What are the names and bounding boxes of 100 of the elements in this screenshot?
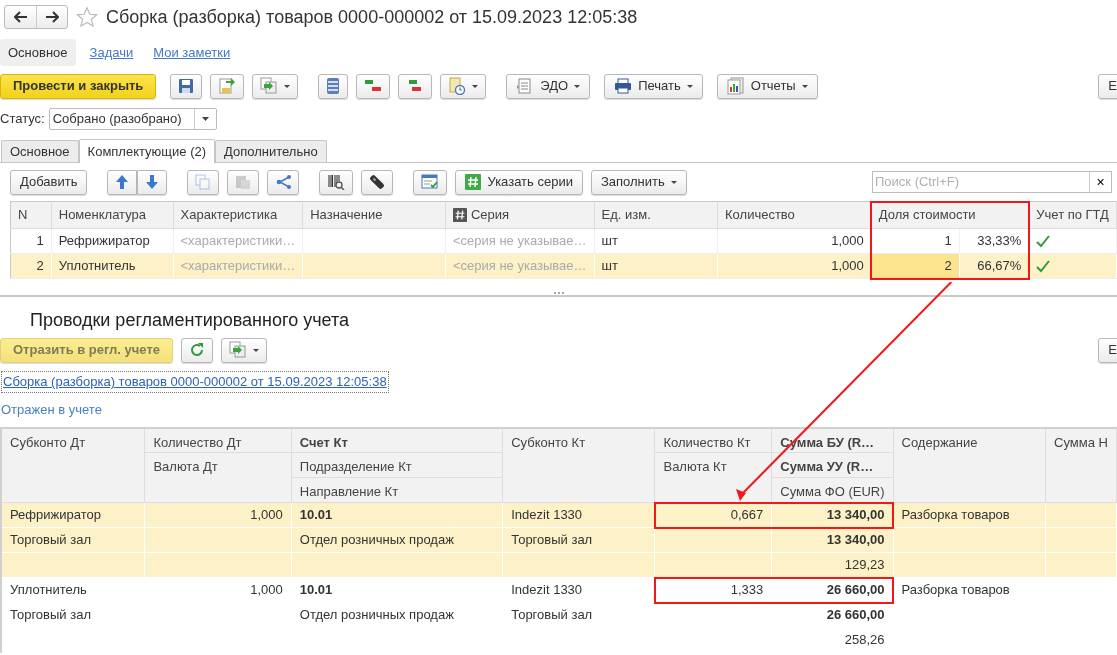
toolbar-button[interactable]: Заполнить xyxy=(590,169,687,195)
toolbar-button[interactable]: Печать xyxy=(604,73,703,99)
table-cell: 1,000 xyxy=(144,502,292,528)
column-header: Сумма УУ (R… xyxy=(771,452,893,478)
favorite-star-icon[interactable] xyxy=(76,6,98,28)
document-arrow-icon xyxy=(218,77,237,95)
column-header: Содержание xyxy=(893,427,1046,503)
hash-icon xyxy=(465,174,482,190)
table-cell: Рефрижиратор xyxy=(1,502,145,528)
form-tab[interactable]: Комплектующие (2) xyxy=(78,139,216,163)
document-link[interactable]: Сборка (разборка) товаров 0000-000002 от 15.09.2023 12:05:38 xyxy=(1,371,389,393)
search-field[interactable]: Поиск (Ctrl+F) × xyxy=(872,171,1112,193)
toolbar-button[interactable]: ЭДО xyxy=(506,73,591,99)
table-cell-text: Торговый зал xyxy=(510,606,594,625)
column-header: Сумма ФО (EUR) xyxy=(771,477,893,503)
more-button[interactable]: Е xyxy=(1098,337,1117,363)
column-header: Характеристика xyxy=(173,201,303,229)
form-tab[interactable]: Основное xyxy=(1,140,79,162)
table-cell: 10.01 xyxy=(291,577,503,603)
column-header: Доля стоимости xyxy=(871,201,1029,229)
toolbar-button[interactable]: Добавить xyxy=(10,169,88,195)
toolbar-button[interactable]: Указать серии xyxy=(455,169,583,195)
table-cell: 13 340,00 xyxy=(771,527,893,553)
column-header: Количество Дт xyxy=(144,427,292,453)
table-row[interactable]: 2 Уплотнитель <характеристики… <серия не указывае… шт 1,000 2 66,67% xyxy=(10,253,1117,279)
check-icon xyxy=(1036,234,1051,249)
up-arrow-icon xyxy=(115,174,130,190)
branch-icon xyxy=(275,174,292,190)
dropdown-caret-icon xyxy=(201,117,209,121)
table-cell: <характеристики… xyxy=(173,228,303,254)
column-header: Счет Кт xyxy=(291,427,503,453)
documents-arrow-icon xyxy=(260,77,279,95)
check-icon xyxy=(1036,259,1051,274)
report-chart-icon xyxy=(726,77,745,95)
table-cell: 26 660,00 xyxy=(771,577,893,603)
table-cell: 2 xyxy=(871,253,960,279)
barcode-magnifier-icon xyxy=(327,174,346,190)
table-cell: Уплотнитель xyxy=(1,577,145,603)
caret-icon xyxy=(686,84,693,88)
table-cell: 13 340,00 xyxy=(771,502,893,528)
form-tab[interactable]: Дополнительно xyxy=(215,140,327,162)
toolbar-button[interactable] xyxy=(170,73,203,99)
table-cell: <характеристики… xyxy=(173,253,303,279)
toolbar-button[interactable] xyxy=(361,169,394,195)
table-cell: 33,33% xyxy=(959,228,1029,254)
section-title: Проводки регламентированного учета xyxy=(29,309,350,332)
table-cell-text: Отдел розничных продаж xyxy=(298,606,455,625)
window-title: Сборка (разборка) товаров 0000-000002 от 15.09.2023 12:05:38 xyxy=(106,5,638,29)
documents-arrow-icon xyxy=(229,341,247,359)
status-link[interactable]: Отражен в учете xyxy=(0,392,1117,427)
table-cell: Indezit 1330 xyxy=(502,502,655,528)
column-header: Учет по ГТД xyxy=(1028,201,1117,229)
caret-icon xyxy=(801,84,808,88)
table-cell: 1,000 xyxy=(144,577,292,603)
column-header: Субконто Кт xyxy=(502,427,655,503)
table-cell: Отдел розничных продаж xyxy=(291,527,503,553)
print-icon xyxy=(614,78,633,94)
table-cell: шт xyxy=(594,253,718,279)
refresh-icon xyxy=(189,342,205,358)
table-row[interactable]: 1 Рефрижиратор <характеристики… <серия не указывае… шт 1,000 1 33,33% xyxy=(10,228,1117,254)
column-header: Сумма Н xyxy=(1045,427,1117,503)
toolbar-button[interactable]: Отчеты xyxy=(716,73,818,99)
status-label: Статус: xyxy=(0,110,45,129)
save-icon xyxy=(178,78,195,94)
caret-icon xyxy=(472,84,479,88)
document-clock-icon xyxy=(448,77,467,95)
status-field[interactable]: Собрано (разобрано) xyxy=(48,108,217,130)
table-cell: <серия не указывае… xyxy=(445,228,595,254)
column-header: Номенклатура xyxy=(51,201,174,229)
column-header: Валюта Кт xyxy=(654,452,772,503)
list-icon xyxy=(326,77,341,95)
table-cell: 1,000 xyxy=(717,228,872,254)
back-arrow-icon xyxy=(13,11,28,23)
nav-tab[interactable]: Основное xyxy=(0,38,76,67)
table-cell: 0,667 xyxy=(654,502,772,528)
down-arrow-icon xyxy=(145,174,160,190)
table-cell: Рефрижиратор xyxy=(51,228,174,254)
nav-tab[interactable]: Мои заметки xyxy=(147,38,237,67)
table-cell: 10.01 xyxy=(291,502,503,528)
table-cell-text: 258,26 xyxy=(843,631,886,650)
table-cell: 1,333 xyxy=(654,577,772,603)
nav-tab[interactable]: Задачи xyxy=(83,38,140,67)
caret-icon xyxy=(253,348,259,352)
column-header: Подразделение Кт xyxy=(291,452,503,478)
table-cell: шт xyxy=(594,228,718,254)
table-cell: 2 xyxy=(10,253,52,279)
column-header: N xyxy=(10,201,52,229)
table-cell: 1 xyxy=(10,228,52,254)
splitter-handle-icon[interactable] xyxy=(552,291,565,295)
primary-button[interactable]: Провести и закрыть xyxy=(0,73,157,99)
more-button[interactable]: Е xyxy=(1098,73,1117,99)
forward-arrow-icon xyxy=(45,11,59,23)
calendar-check-icon xyxy=(421,174,440,190)
toolbar-button[interactable] xyxy=(319,169,354,195)
copy-icon xyxy=(195,174,212,190)
caret-icon xyxy=(670,180,677,184)
table-cell: Торговый зал xyxy=(1,527,145,553)
table-cell: Разборка товаров xyxy=(893,577,1046,603)
caret-icon xyxy=(574,84,581,88)
debit-credit-icon xyxy=(364,78,383,94)
